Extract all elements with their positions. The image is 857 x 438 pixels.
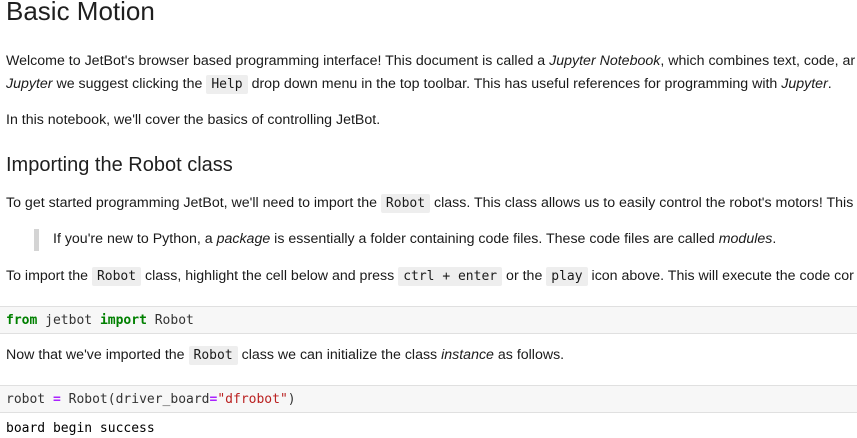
text: as follows. [493, 347, 565, 363]
text: To get started programming JetBot, we'll… [6, 195, 381, 211]
text: If you're new to Python, a [53, 231, 217, 247]
notebook-view: Basic Motion Welcome to JetBot's browser… [0, 0, 857, 436]
module-name: jetbot [37, 313, 100, 328]
text: icon above. This will execute the code c… [587, 268, 854, 284]
intro-paragraph-line-1: Welcome to JetBot's browser based progra… [6, 52, 855, 70]
text: drop down menu in the top toolbar. This … [247, 76, 782, 92]
text: Now that we've imported the [6, 347, 189, 363]
start-paragraph: To get started programming JetBot, we'll… [6, 194, 853, 213]
punctuation: ) [287, 392, 296, 407]
text: class, highlight the cell below and pres… [141, 268, 399, 284]
page-title: Basic Motion [6, 0, 155, 26]
inline-code-shortcut: ctrl + enter [398, 267, 503, 286]
emphasis: package [216, 231, 271, 247]
inline-code-robot: Robot [380, 194, 431, 213]
text: , which combines text, code, ar [660, 53, 856, 69]
section-heading-import: Importing the Robot class [6, 154, 233, 176]
emphasis: instance [441, 347, 494, 363]
inline-code-robot: Robot [91, 267, 142, 286]
code-line[interactable]: robot = Robot(driver_board="dfrobot") [6, 391, 296, 409]
operator: = [52, 392, 61, 407]
text: . [827, 76, 832, 92]
code-cell-import[interactable]: from jetbot import Robot [0, 306, 857, 334]
emphasis: Jupyter Notebook [549, 53, 661, 69]
emphasis: Jupyter [781, 76, 828, 92]
code-line[interactable]: from jetbot import Robot [6, 312, 194, 330]
intro-paragraph-line-2: Jupyter we suggest clicking the Help dro… [6, 75, 832, 94]
emphasis: Jupyter [6, 76, 53, 92]
text: To import the [6, 268, 92, 284]
blockquote-bar [34, 229, 39, 251]
cover-paragraph: In this notebook, we'll cover the basics… [6, 112, 381, 128]
emphasis: modules [718, 231, 773, 247]
class-name: Robot [146, 313, 194, 328]
string-literal: "dfrobot" [217, 392, 288, 407]
code-cell-init[interactable]: robot = Robot(driver_board="dfrobot") [0, 385, 857, 413]
keyword: import [99, 313, 147, 328]
inline-code-help: Help [206, 75, 248, 94]
cell-output: board begin success [6, 421, 155, 436]
import-instructions-paragraph: To import the Robot class, highlight the… [6, 267, 854, 286]
variable: robot [6, 392, 53, 407]
keyword: from [6, 313, 38, 328]
text: we suggest clicking the [52, 76, 207, 92]
text: . [772, 231, 777, 247]
call: Robot(driver_board [60, 392, 210, 407]
initialize-paragraph: Now that we've imported the Robot class … [6, 346, 564, 365]
inline-code-play: play [546, 267, 588, 286]
inline-code-robot: Robot [188, 346, 238, 365]
blockquote-text: If you're new to Python, a package is es… [53, 230, 776, 248]
text: is essentially a folder containing code … [270, 231, 719, 247]
text: class. This class allows us to easily co… [430, 195, 854, 211]
text: Welcome to JetBot's browser based progra… [6, 53, 550, 69]
text: or the [502, 268, 547, 284]
text: class we can initialize the class [237, 347, 442, 363]
